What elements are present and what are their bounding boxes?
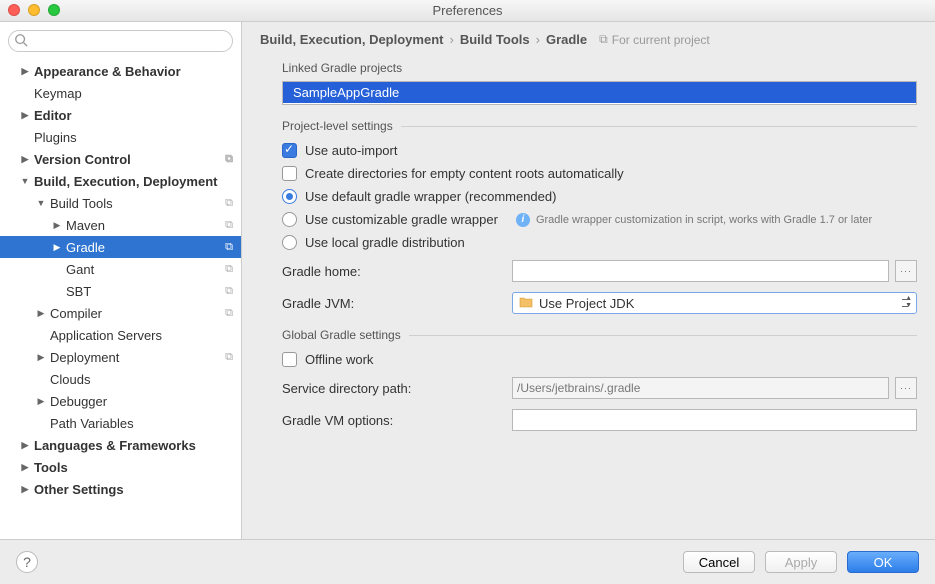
chevron-right-icon: ›	[536, 32, 540, 47]
tree-editor[interactable]: ▶Editor	[0, 104, 241, 126]
tree-maven[interactable]: ▶Maven⧉	[0, 214, 241, 236]
service-dir-browse-button[interactable]: ···	[895, 377, 917, 399]
auto-import-label: Use auto-import	[305, 143, 397, 158]
tree-app-servers[interactable]: Application Servers	[0, 324, 241, 346]
tree-other[interactable]: ▶Other Settings	[0, 478, 241, 500]
titlebar: Preferences	[0, 0, 935, 22]
copy-icon: ⧉	[225, 219, 233, 232]
updown-icon: ▲▼	[905, 295, 912, 309]
local-dist-radio[interactable]	[282, 235, 297, 250]
custom-wrapper-label: Use customizable gradle wrapper	[305, 212, 498, 227]
linked-projects-label: Linked Gradle projects	[282, 61, 917, 75]
tree-tools[interactable]: ▶Tools	[0, 456, 241, 478]
scope-label: ⧉ For current project	[599, 32, 710, 47]
window-title: Preferences	[432, 3, 502, 18]
project-level-label: Project-level settings	[282, 119, 393, 133]
tree-compiler[interactable]: ▶Compiler⧉	[0, 302, 241, 324]
settings-tree: ▶Appearance & Behavior Keymap ▶Editor Pl…	[0, 60, 241, 539]
tree-gant[interactable]: Gant⧉	[0, 258, 241, 280]
folder-icon	[519, 296, 533, 311]
help-button[interactable]: ?	[16, 551, 38, 573]
gradle-home-label: Gradle home:	[282, 264, 512, 279]
tree-appearance[interactable]: ▶Appearance & Behavior	[0, 60, 241, 82]
chevron-right-icon: ›	[449, 32, 453, 47]
custom-wrapper-hint: Gradle wrapper customization in script, …	[536, 214, 872, 226]
default-wrapper-label: Use default gradle wrapper (recommended)	[305, 189, 556, 204]
linked-project-item[interactable]: SampleAppGradle	[283, 82, 916, 103]
gradle-home-input[interactable]	[512, 260, 889, 282]
tree-clouds[interactable]: Clouds	[0, 368, 241, 390]
copy-icon: ⧉	[225, 263, 233, 276]
tree-path-vars[interactable]: Path Variables	[0, 412, 241, 434]
global-settings-label: Global Gradle settings	[282, 328, 401, 342]
vm-options-input[interactable]	[512, 409, 917, 431]
gradle-jvm-value: Use Project JDK	[539, 296, 634, 311]
service-dir-input[interactable]	[512, 377, 889, 399]
tree-debugger[interactable]: ▶Debugger	[0, 390, 241, 412]
copy-icon: ⧉	[225, 153, 233, 166]
cancel-button[interactable]: Cancel	[683, 551, 755, 573]
custom-wrapper-radio[interactable]	[282, 212, 297, 227]
search-input[interactable]	[8, 30, 233, 52]
main-panel: Build, Execution, Deployment › Build Too…	[242, 22, 935, 539]
auto-import-checkbox[interactable]	[282, 143, 297, 158]
service-dir-label: Service directory path:	[282, 381, 512, 396]
copy-icon: ⧉	[599, 32, 608, 47]
window-controls	[8, 4, 60, 16]
gradle-jvm-select[interactable]: Use Project JDK ▲▼	[512, 292, 917, 314]
tree-gradle[interactable]: ▶Gradle⧉	[0, 236, 241, 258]
vm-options-label: Gradle VM options:	[282, 413, 512, 428]
linked-projects-list[interactable]: SampleAppGradle	[282, 81, 917, 105]
tree-keymap[interactable]: Keymap	[0, 82, 241, 104]
tree-sbt[interactable]: SBT⧉	[0, 280, 241, 302]
close-icon[interactable]	[8, 4, 20, 16]
tree-version-control[interactable]: ▶Version Control⧉	[0, 148, 241, 170]
zoom-icon[interactable]	[48, 4, 60, 16]
create-dirs-checkbox[interactable]	[282, 166, 297, 181]
create-dirs-label: Create directories for empty content roo…	[305, 166, 624, 181]
offline-work-label: Offline work	[305, 352, 373, 367]
sidebar: ▶Appearance & Behavior Keymap ▶Editor Pl…	[0, 22, 242, 539]
local-dist-label: Use local gradle distribution	[305, 235, 465, 250]
footer: ? Cancel Apply OK	[0, 539, 935, 584]
breadcrumb: Build, Execution, Deployment › Build Too…	[260, 32, 917, 47]
info-icon: i	[516, 213, 530, 227]
offline-work-checkbox[interactable]	[282, 352, 297, 367]
tree-build-exec-deploy[interactable]: ▼Build, Execution, Deployment	[0, 170, 241, 192]
apply-button[interactable]: Apply	[765, 551, 837, 573]
gradle-home-browse-button[interactable]: ···	[895, 260, 917, 282]
gradle-jvm-label: Gradle JVM:	[282, 296, 512, 311]
copy-icon: ⧉	[225, 285, 233, 298]
minimize-icon[interactable]	[28, 4, 40, 16]
default-wrapper-radio[interactable]	[282, 189, 297, 204]
copy-icon: ⧉	[225, 197, 233, 210]
tree-deployment[interactable]: ▶Deployment⧉	[0, 346, 241, 368]
tree-lang-fw[interactable]: ▶Languages & Frameworks	[0, 434, 241, 456]
tree-build-tools[interactable]: ▼Build Tools⧉	[0, 192, 241, 214]
copy-icon: ⧉	[225, 351, 233, 364]
copy-icon: ⧉	[225, 307, 233, 320]
ok-button[interactable]: OK	[847, 551, 919, 573]
copy-icon: ⧉	[225, 241, 233, 254]
tree-plugins[interactable]: Plugins	[0, 126, 241, 148]
